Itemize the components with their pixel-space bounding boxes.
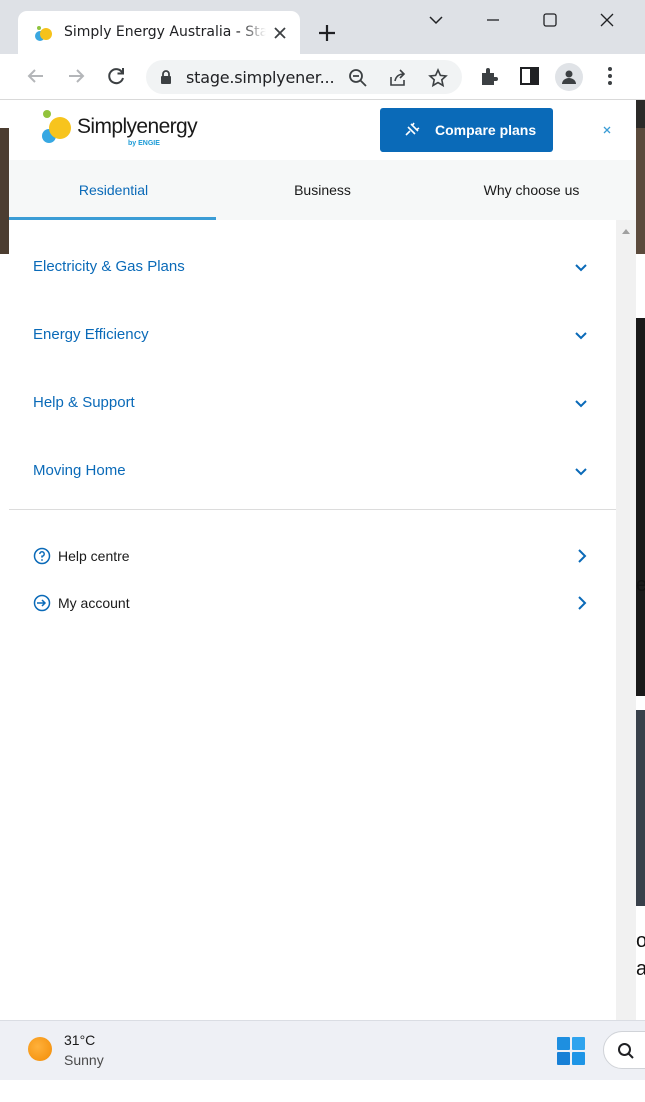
lock-icon[interactable] bbox=[159, 69, 173, 85]
back-arrow-icon[interactable] bbox=[24, 64, 48, 88]
background-text-fragment: o bbox=[636, 930, 645, 952]
tab-title: Simply Energy Australia - Start bbox=[64, 24, 266, 42]
web-page: e o a Simplyenergy by ENGIE Compare plan… bbox=[0, 100, 645, 1020]
sun-weather-icon[interactable] bbox=[28, 1037, 52, 1061]
side-panel-icon[interactable] bbox=[518, 64, 542, 88]
scroll-up-arrow-icon[interactable] bbox=[620, 226, 632, 236]
background-text-fragment: e bbox=[636, 574, 645, 596]
mobile-menu-panel: Electricity & Gas Plans Energy Efficienc… bbox=[9, 220, 616, 1020]
menu-item-label: Moving Home bbox=[33, 462, 126, 479]
compare-plans-button[interactable]: Compare plans bbox=[380, 108, 553, 152]
taskbar-search[interactable] bbox=[603, 1031, 645, 1069]
close-tab-icon[interactable] bbox=[270, 23, 290, 43]
zoom-out-icon[interactable] bbox=[348, 68, 368, 88]
search-icon bbox=[618, 1043, 634, 1059]
chevron-down-icon bbox=[575, 264, 587, 272]
browser-tab[interactable]: Simply Energy Australia - Start bbox=[18, 11, 300, 55]
logo-byline: by ENGIE bbox=[128, 140, 160, 147]
url-text: stage.simplyener... bbox=[186, 68, 335, 87]
address-bar[interactable]: stage.simplyener... bbox=[146, 60, 462, 94]
weather-condition[interactable]: Sunny bbox=[64, 1052, 104, 1068]
browser-tab-strip: Simply Energy Australia - Start bbox=[0, 0, 645, 55]
simply-energy-logo[interactable]: Simplyenergy by ENGIE bbox=[39, 106, 219, 154]
sign-in-icon bbox=[33, 594, 51, 612]
my-account-link[interactable]: My account bbox=[9, 583, 616, 623]
plug-flame-icon bbox=[405, 122, 420, 136]
new-tab-icon[interactable] bbox=[314, 20, 340, 46]
my-account-label: My account bbox=[58, 595, 130, 611]
compare-plans-label: Compare plans bbox=[435, 122, 537, 138]
extensions-puzzle-icon[interactable] bbox=[478, 64, 502, 88]
tab-business[interactable]: Business bbox=[218, 160, 427, 220]
logo-spheres-icon bbox=[42, 110, 71, 143]
menu-item-energy-efficiency[interactable]: Energy Efficiency bbox=[9, 304, 616, 372]
windows-taskbar: 31°C Sunny bbox=[0, 1020, 645, 1080]
more-menu-icon[interactable] bbox=[598, 64, 622, 88]
help-centre-label: Help centre bbox=[58, 548, 130, 564]
minimize-icon[interactable] bbox=[479, 8, 507, 32]
profile-avatar[interactable] bbox=[555, 63, 583, 91]
menu-item-electricity-gas-plans[interactable]: Electricity & Gas Plans bbox=[9, 236, 616, 304]
menu-divider bbox=[9, 509, 616, 510]
close-icon[interactable] bbox=[601, 124, 613, 136]
share-icon[interactable] bbox=[388, 68, 408, 88]
screen: Simply Energy Australia - Start stage.si… bbox=[0, 0, 645, 1102]
browser-toolbar: stage.simplyener... bbox=[0, 54, 645, 100]
windows-start-icon[interactable] bbox=[556, 1036, 586, 1066]
chevron-down-icon bbox=[575, 332, 587, 340]
menu-item-moving-home[interactable]: Moving Home bbox=[9, 440, 616, 508]
screen-bottom-margin bbox=[0, 1080, 645, 1102]
menu-scrollbar[interactable] bbox=[616, 220, 636, 1020]
logo-wordmark: Simplyenergy bbox=[77, 115, 198, 138]
background-page-edge bbox=[0, 128, 9, 254]
weather-temperature[interactable]: 31°C bbox=[64, 1032, 95, 1048]
window-close-icon[interactable] bbox=[593, 8, 621, 32]
menu-item-label: Electricity & Gas Plans bbox=[33, 258, 185, 275]
bookmark-star-icon[interactable] bbox=[428, 68, 448, 88]
chevron-right-icon bbox=[578, 549, 587, 563]
reload-icon[interactable] bbox=[104, 64, 128, 88]
simply-energy-favicon-icon bbox=[35, 26, 52, 41]
forward-arrow-icon[interactable] bbox=[64, 64, 88, 88]
menu-item-label: Help & Support bbox=[33, 394, 135, 411]
chevron-down-icon bbox=[575, 400, 587, 408]
maximize-icon[interactable] bbox=[536, 8, 564, 32]
chevron-right-icon bbox=[578, 596, 587, 610]
background-page-right-edge bbox=[636, 100, 645, 1020]
chevron-down-icon bbox=[575, 468, 587, 476]
tab-residential[interactable]: Residential bbox=[9, 160, 218, 220]
person-icon bbox=[562, 70, 576, 84]
question-circle-icon bbox=[33, 547, 51, 565]
help-centre-link[interactable]: Help centre bbox=[9, 536, 616, 576]
site-nav-tabs: Residential Business Why choose us bbox=[9, 160, 636, 220]
tab-why-choose-us[interactable]: Why choose us bbox=[427, 160, 636, 220]
site-header: Simplyenergy by ENGIE Compare plans bbox=[9, 100, 636, 160]
tab-search-chevron-icon[interactable] bbox=[422, 8, 450, 32]
background-text-fragment: a bbox=[636, 958, 645, 980]
menu-item-label: Energy Efficiency bbox=[33, 326, 149, 343]
menu-item-help-support[interactable]: Help & Support bbox=[9, 372, 616, 440]
